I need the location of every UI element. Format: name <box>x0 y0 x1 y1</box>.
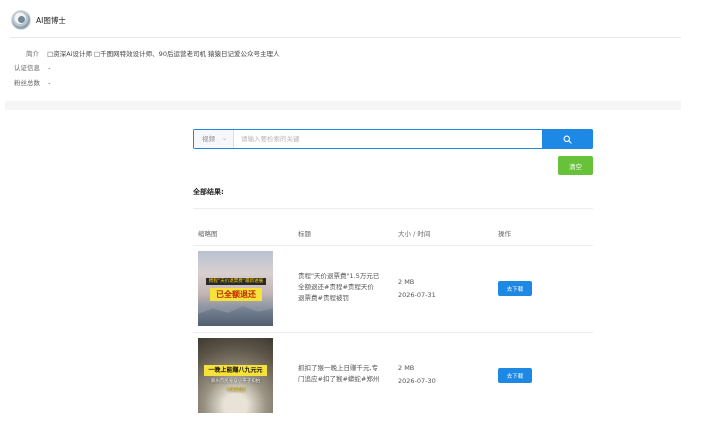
column-header-title: 标题 <box>298 230 311 238</box>
search-icon <box>563 135 572 144</box>
result-title: 责程"天价退票费"1.5万元已全额退还#责程#责程天价退票费#责程被罚 <box>298 272 380 302</box>
result-size: 2 MB <box>398 364 415 372</box>
results-divider <box>193 208 593 209</box>
cert-row: 认证信息 - <box>14 62 50 72</box>
fans-label: 粉丝总数 <box>14 79 40 87</box>
clear-button[interactable]: 清空 <box>558 156 593 175</box>
chevron-down-icon: ⌄ <box>221 135 227 142</box>
result-size: 2 MB <box>398 278 415 286</box>
search-type-select[interactable]: 视频 ⌄ <box>194 130 234 148</box>
thumbnail-scene <box>198 306 273 326</box>
section-band <box>5 101 681 110</box>
thumbnail-caption: 一晚上能赚八九元元 <box>204 365 267 376</box>
result-title: 抓扣了猴一晚上日赚千元,专门追应#扣了猴#蟒蛇#郑州 <box>298 364 380 383</box>
intro-row: 简介 □资深Ai设计师 □千图网特效设计师、90后运营老司机 猿猿日记爱公众号主… <box>14 48 280 58</box>
column-header-size-time: 大小 / 时间 <box>398 230 431 238</box>
profile-name: AI图博士 <box>36 16 66 25</box>
results-heading: 全部结果: <box>193 188 224 196</box>
avatar[interactable] <box>11 10 31 30</box>
intro-label: 简介 <box>26 50 39 58</box>
search-type-value: 视频 <box>202 135 215 143</box>
thumbnail-caption: 已全额退还 <box>210 288 262 301</box>
video-thumbnail[interactable]: 携程“天价退票费”最新进展 已全额退还 <box>198 251 273 326</box>
thumbnail-caption: 郑州市民身穿小夹子扣拍 <box>210 379 261 384</box>
result-date: 2026-07-31 <box>398 291 436 299</box>
search-bar: 视频 ⌄ <box>193 129 593 149</box>
cert-label: 认证信息 <box>14 64 40 72</box>
download-button[interactable]: 去下载 <box>498 281 532 296</box>
thumbnail-caption: 携程“天价退票费”最新进展 <box>206 278 266 285</box>
intro-value: □资深Ai设计师 □千图网特效设计师、90后运营老司机 猿猿日记爱公众号主理人 <box>47 50 280 58</box>
column-header-action: 操作 <box>498 230 511 238</box>
download-button[interactable]: 去下载 <box>498 368 532 383</box>
row-divider <box>193 332 593 333</box>
search-button[interactable] <box>542 129 593 149</box>
thumbnail-caption: 专家提醒 <box>227 388 245 393</box>
column-header-thumb: 缩略图 <box>198 230 218 238</box>
header-divider <box>11 37 681 38</box>
profile-header: AI图博士 <box>0 0 716 38</box>
fans-row: 粉丝总数 - <box>14 77 50 87</box>
cert-value: - <box>48 64 51 72</box>
fans-value: - <box>48 79 51 87</box>
video-thumbnail[interactable]: 一晚上能赚八九元元 郑州市民身穿小夹子扣拍 专家提醒 <box>198 338 273 413</box>
header-row-divider <box>193 245 593 246</box>
result-date: 2026-07-30 <box>398 377 436 385</box>
search-input[interactable] <box>235 130 535 148</box>
